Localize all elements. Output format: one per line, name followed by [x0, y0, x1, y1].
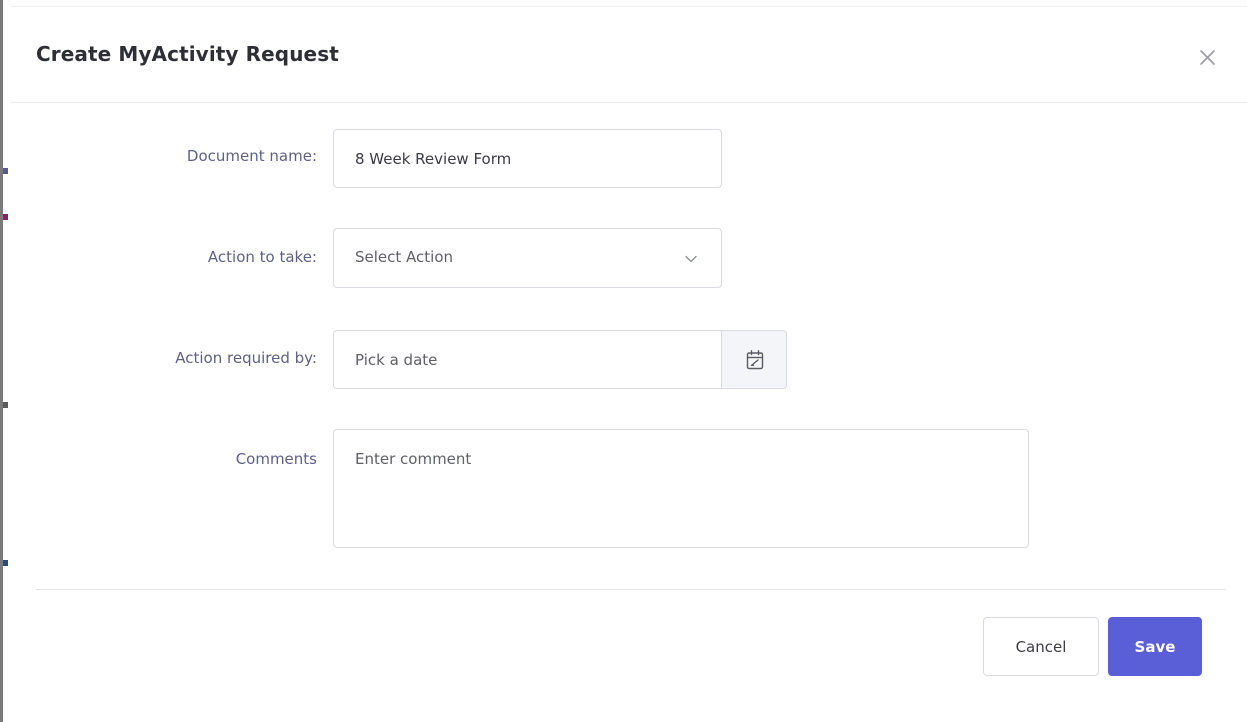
backdrop-edge [0, 0, 10, 722]
chevron-down-icon [685, 255, 697, 263]
date-picker-button[interactable] [721, 330, 787, 389]
document-name-input[interactable] [333, 129, 722, 188]
calendar-icon [746, 350, 764, 370]
dialog-header: Create MyActivity Request [10, 7, 1247, 103]
action-select[interactable]: Select Action [333, 228, 722, 288]
backdrop-mark [3, 560, 8, 566]
close-icon [1200, 50, 1215, 65]
backdrop-mark [3, 168, 8, 174]
create-request-dialog: Create MyActivity Request Document name:… [10, 6, 1247, 722]
backdrop-mark [3, 214, 8, 220]
save-button[interactable]: Save [1108, 617, 1202, 676]
backdrop-mark [3, 402, 8, 408]
action-required-by-label: Action required by: [175, 349, 317, 367]
document-name-label: Document name: [186, 147, 317, 165]
date-input[interactable] [333, 330, 722, 389]
close-button[interactable] [1196, 45, 1220, 69]
comments-label: Comments [235, 450, 317, 468]
backdrop-strip [0, 0, 3, 722]
action-select-value: Select Action [355, 248, 454, 266]
comments-textarea[interactable] [333, 429, 1029, 548]
cancel-button[interactable]: Cancel [983, 617, 1099, 676]
dialog-title: Create MyActivity Request [36, 42, 339, 66]
action-to-take-label: Action to take: [207, 248, 317, 266]
footer-divider [36, 589, 1226, 590]
